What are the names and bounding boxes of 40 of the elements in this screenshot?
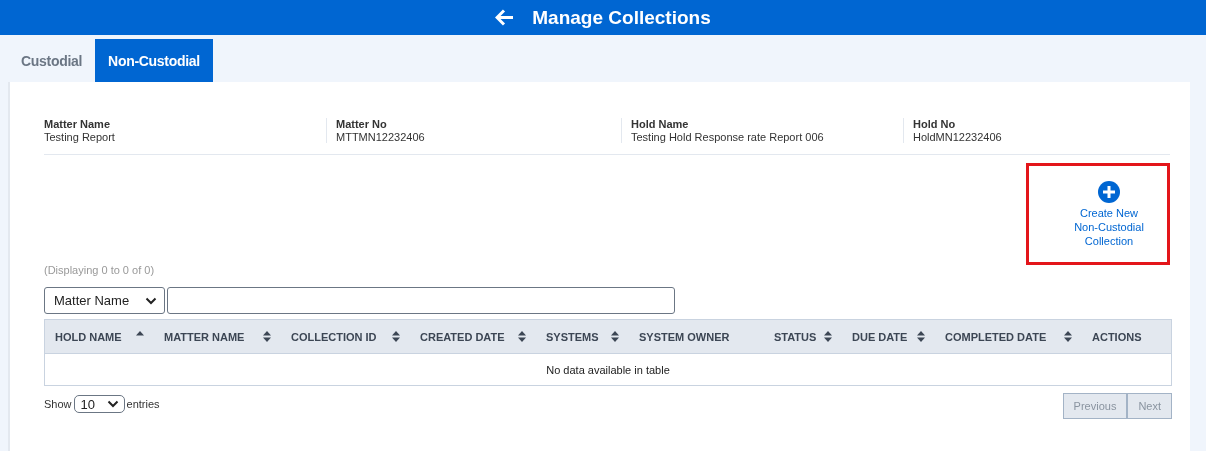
sort-icon[interactable] [611,331,619,342]
column-header[interactable]: DUE DATE [842,330,935,343]
info-value: MTTMN12232406 [336,131,426,143]
empty-message: No data available in table [45,353,1171,385]
column-header[interactable]: STATUS [764,330,842,343]
column-header[interactable]: MATTER NAME [154,330,281,343]
search-input[interactable] [167,287,675,314]
entries-label: entries [126,398,160,410]
column-header[interactable]: COLLECTION ID [281,330,410,343]
info-value: Testing Report [44,131,116,143]
column-header[interactable]: COMPLETED DATE [935,330,1082,343]
tab[interactable]: Custodial [8,39,96,82]
chevron-icon [145,296,157,305]
page-length-select[interactable]: 10 [73,395,125,413]
info-label: Matter Name [44,118,112,130]
sort-icon[interactable] [392,331,400,342]
displaying-count: (Displaying 0 to 0 of 0) [44,264,156,276]
sort-icon[interactable] [518,331,526,342]
info-label: Hold No [913,118,957,130]
sort-icon[interactable] [1064,331,1072,342]
sort-icon[interactable] [263,331,271,342]
tab[interactable]: Non-Custodial [95,39,213,82]
column-header: SYSTEM OWNER [638,330,731,343]
plus-circle-icon [1098,181,1120,203]
sort-icon[interactable] [824,331,832,342]
page-title: Manage Collections [532,6,711,29]
info-label: Matter No [336,118,388,130]
show-label: Show [44,398,72,410]
info-value: HoldMN12232406 [913,131,1003,143]
column-header[interactable]: SYSTEMS [536,330,629,343]
column-header[interactable]: CREATED DATE [410,330,536,343]
create-collection-button[interactable]: Create New Non-Custodial Collection [1026,163,1170,265]
back-arrow-icon[interactable] [495,9,515,26]
info-value: Testing Hold Response rate Report 006 [631,131,825,143]
chevron-icon [106,400,119,408]
info-label: Hold Name [631,118,690,130]
search-field-select[interactable]: Matter Name [44,287,165,314]
column-header[interactable]: HOLD NAME [45,330,154,343]
column-header: ACTIONS [1091,330,1143,343]
sort-icon[interactable] [917,331,925,342]
